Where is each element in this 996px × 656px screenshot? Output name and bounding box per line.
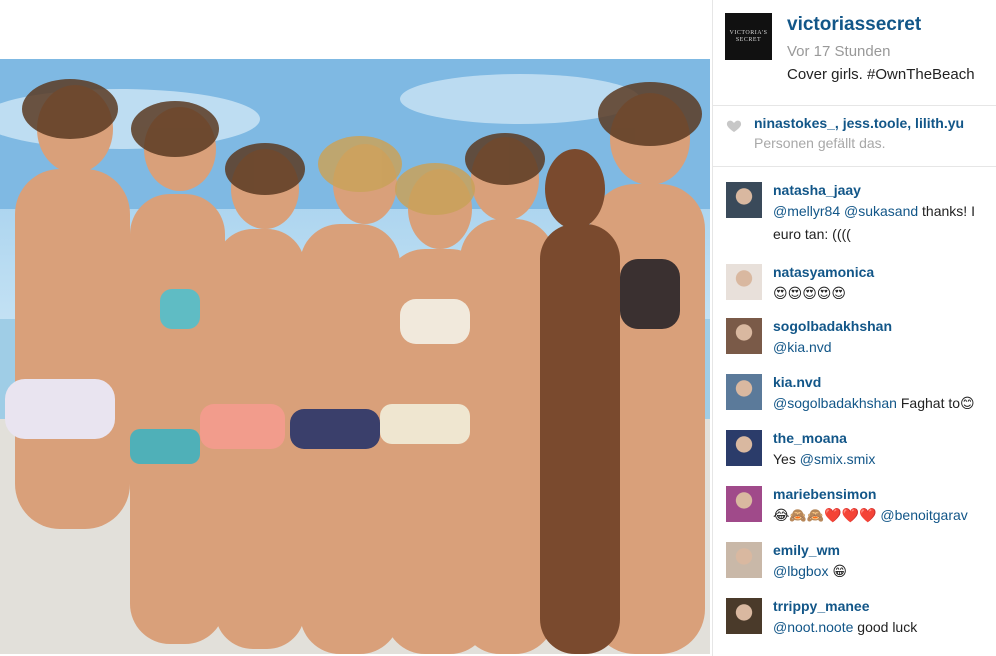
post-time[interactable]: Vor 17 Stunden xyxy=(787,43,890,60)
comment-body: thanks! I xyxy=(918,203,975,219)
comment-text: @lbgbox 😁 xyxy=(773,560,847,583)
comment-body: Yes xyxy=(773,451,800,467)
commenter-avatar[interactable] xyxy=(726,430,762,466)
comment-mention[interactable]: @kia.nvd xyxy=(773,339,832,355)
comment-item: trrippy_manee @noot.noote good luck xyxy=(713,596,996,648)
comment-text: @sogolbadakhshan Faghat to😊 xyxy=(773,392,975,415)
comment-item: emily_wm @lbgbox 😁 xyxy=(713,540,996,592)
commenter-avatar[interactable] xyxy=(726,542,762,578)
likers-list[interactable]: ninastokes_, jess.toole, lilith.yu xyxy=(754,115,964,131)
commenter-avatar[interactable] xyxy=(726,264,762,300)
profile-avatar[interactable]: VICTORIA'S SECRET xyxy=(725,13,772,60)
likes-suffix: Personen gefällt das. xyxy=(754,135,886,151)
comment-text: Yes @smix.smix xyxy=(773,448,875,471)
comment-mention[interactable]: @lbgbox xyxy=(773,563,828,579)
comment-mention[interactable]: @benoitgarav xyxy=(880,507,967,523)
commenter-avatar[interactable] xyxy=(726,182,762,218)
commenter-username[interactable]: natasyamonica xyxy=(773,264,874,280)
commenter-avatar[interactable] xyxy=(726,486,762,522)
comment-text: 😂🙈🙈❤️❤️❤️ @benoitgarav xyxy=(773,504,968,527)
comment-item: natasyamonica 😍😍😍😍😍 xyxy=(713,262,996,314)
commenter-username[interactable]: trrippy_manee xyxy=(773,598,869,614)
logo-text: VICTORIA'S SECRET xyxy=(729,29,768,43)
post-photo[interactable] xyxy=(0,59,710,654)
post-username[interactable]: victoriassecret xyxy=(787,14,921,36)
commenter-username[interactable]: mariebensimon xyxy=(773,486,876,502)
commenter-username[interactable]: kia.nvd xyxy=(773,374,821,390)
heart-icon[interactable] xyxy=(726,118,742,134)
comment-body: Faghat to😊 xyxy=(896,395,975,411)
comment-mention[interactable]: @sogolbadakhshan xyxy=(773,395,897,411)
commenter-username[interactable]: natasha_jaay xyxy=(773,182,861,198)
comment-text: @noot.noote good luck xyxy=(773,616,917,639)
comment-body-line2: euro tan: (((( xyxy=(773,226,851,242)
comment-body: 😍😍😍😍😍 xyxy=(773,285,846,301)
comment-body: good luck xyxy=(853,619,918,635)
beach-photo-illustration xyxy=(0,59,710,654)
commenter-avatar[interactable] xyxy=(726,598,762,634)
commenter-avatar[interactable] xyxy=(726,318,762,354)
commenter-avatar[interactable] xyxy=(726,374,762,410)
comment-body: 😂🙈🙈❤️❤️❤️ xyxy=(773,507,881,523)
commenter-username[interactable]: the_moana xyxy=(773,430,847,446)
post-sidebar: VICTORIA'S SECRET victoriassecret Vor 17… xyxy=(712,0,996,656)
comment-item: natasha_jaay @mellyr84 @sukasand thanks! … xyxy=(713,180,996,242)
likes-section: ninastokes_, jess.toole, lilith.yu Perso… xyxy=(713,106,996,167)
comment-body: 😁 xyxy=(828,563,847,579)
comment-item: sogolbadakhshan @kia.nvd xyxy=(713,316,996,368)
commenter-username[interactable]: sogolbadakhshan xyxy=(773,318,892,334)
post-header: VICTORIA'S SECRET victoriassecret Vor 17… xyxy=(713,0,996,106)
comment-mention[interactable]: @mellyr84 @sukasand xyxy=(773,203,918,219)
post-caption: Cover girls. #OwnTheBeach xyxy=(787,66,975,83)
comment-mention[interactable]: @smix.smix xyxy=(800,451,876,467)
comment-item: the_moana Yes @smix.smix xyxy=(713,428,996,480)
comment-mention[interactable]: @noot.noote xyxy=(773,619,853,635)
comment-item: kia.nvd @sogolbadakhshan Faghat to😊 xyxy=(713,372,996,424)
comment-text: @kia.nvd xyxy=(773,336,832,359)
commenter-username[interactable]: emily_wm xyxy=(773,542,840,558)
comment-item: mariebensimon 😂🙈🙈❤️❤️❤️ @benoitgarav xyxy=(713,484,996,536)
comment-text: 😍😍😍😍😍 xyxy=(773,282,846,305)
comment-text: @mellyr84 @sukasand thanks! I euro tan: (… xyxy=(773,200,975,246)
